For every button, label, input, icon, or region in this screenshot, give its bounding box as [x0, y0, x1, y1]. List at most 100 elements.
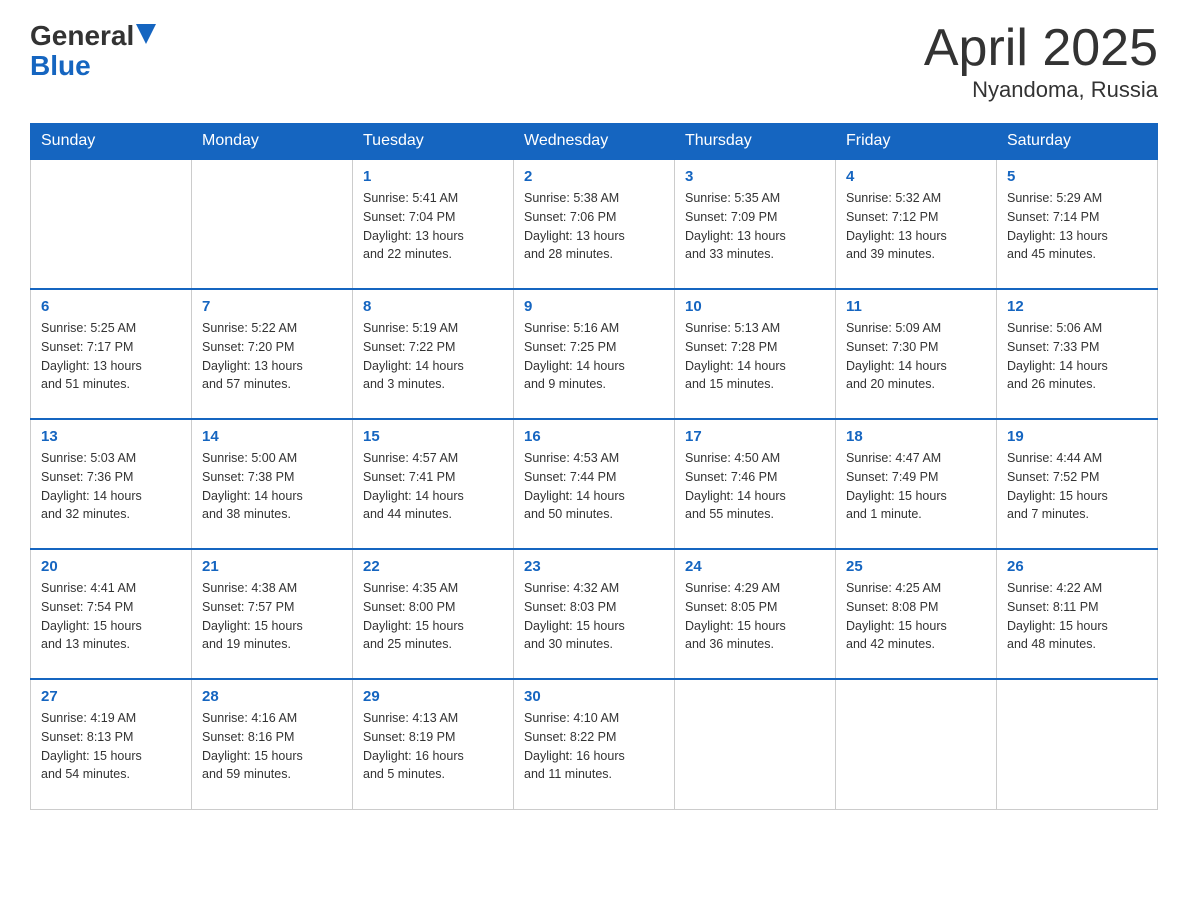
day-info: Sunrise: 4:25 AMSunset: 8:08 PMDaylight:… — [846, 579, 986, 654]
calendar-cell: 20 Sunrise: 4:41 AMSunset: 7:54 PMDayligh… — [31, 549, 192, 679]
calendar-title: April 2025 — [924, 20, 1158, 77]
day-info: Sunrise: 4:22 AMSunset: 8:11 PMDaylight:… — [1007, 579, 1147, 654]
weekday-header-wednesday: Wednesday — [514, 124, 675, 160]
calendar-cell: 9 Sunrise: 5:16 AMSunset: 7:25 PMDaylight… — [514, 289, 675, 419]
day-info: Sunrise: 5:38 AMSunset: 7:06 PMDaylight:… — [524, 189, 664, 264]
week-row-1: 1 Sunrise: 5:41 AMSunset: 7:04 PMDaylight… — [31, 159, 1158, 289]
calendar-cell: 5Sunrise: 5:29 AMSunset: 7:14 PMDaylight… — [997, 159, 1158, 289]
weekday-header-tuesday: Tuesday — [353, 124, 514, 160]
weekday-header-friday: Friday — [836, 124, 997, 160]
week-row-5: 27 Sunrise: 4:19 AMSunset: 8:13 PMDayligh… — [31, 679, 1158, 809]
day-info: Sunrise: 4:50 AMSunset: 7:46 PMDaylight:… — [685, 449, 825, 524]
day-info: Sunrise: 5:16 AMSunset: 7:25 PMDaylight:… — [524, 319, 664, 394]
day-info: Sunrise: 4:32 AMSunset: 8:03 PMDaylight:… — [524, 579, 664, 654]
title-section: April 2025 Nyandoma, Russia — [924, 20, 1158, 103]
day-info: Sunrise: 5:00 AMSunset: 7:38 PMDaylight:… — [202, 449, 342, 524]
day-number: 20 — [41, 558, 181, 575]
day-info: Sunrise: 5:06 AMSunset: 7:33 PMDaylight:… — [1007, 319, 1147, 394]
calendar-cell: 4 Sunrise: 5:32 AMSunset: 7:12 PMDaylight… — [836, 159, 997, 289]
day-info: Sunrise: 4:13 AMSunset: 8:19 PMDaylight:… — [363, 709, 503, 784]
calendar-cell: 29 Sunrise: 4:13 AMSunset: 8:19 PMDayligh… — [353, 679, 514, 809]
calendar-cell — [997, 679, 1158, 809]
day-number: 18 — [846, 428, 986, 445]
calendar-cell: 23 Sunrise: 4:32 AMSunset: 8:03 PMDayligh… — [514, 549, 675, 679]
weekday-header-saturday: Saturday — [997, 124, 1158, 160]
calendar-cell: 27 Sunrise: 4:19 AMSunset: 8:13 PMDayligh… — [31, 679, 192, 809]
week-row-3: 13Sunrise: 5:03 AMSunset: 7:36 PMDayligh… — [31, 419, 1158, 549]
calendar-cell: 16Sunrise: 4:53 AMSunset: 7:44 PMDayligh… — [514, 419, 675, 549]
day-number: 5 — [1007, 168, 1147, 185]
calendar-cell: 6 Sunrise: 5:25 AMSunset: 7:17 PMDaylight… — [31, 289, 192, 419]
calendar-cell: 24Sunrise: 4:29 AMSunset: 8:05 PMDayligh… — [675, 549, 836, 679]
day-info: Sunrise: 4:16 AMSunset: 8:16 PMDaylight:… — [202, 709, 342, 784]
calendar-cell: 15 Sunrise: 4:57 AMSunset: 7:41 PMDayligh… — [353, 419, 514, 549]
day-number: 17 — [685, 428, 825, 445]
day-number: 6 — [41, 298, 181, 315]
calendar-cell: 2 Sunrise: 5:38 AMSunset: 7:06 PMDaylight… — [514, 159, 675, 289]
day-number: 21 — [202, 558, 342, 575]
day-info: Sunrise: 4:35 AMSunset: 8:00 PMDaylight:… — [363, 579, 503, 654]
day-info: Sunrise: 5:25 AMSunset: 7:17 PMDaylight:… — [41, 319, 181, 394]
calendar-cell: 11Sunrise: 5:09 AMSunset: 7:30 PMDayligh… — [836, 289, 997, 419]
calendar-cell: 21 Sunrise: 4:38 AMSunset: 7:57 PMDayligh… — [192, 549, 353, 679]
calendar-cell: 18 Sunrise: 4:47 AMSunset: 7:49 PMDayligh… — [836, 419, 997, 549]
day-number: 24 — [685, 558, 825, 575]
day-number: 11 — [846, 298, 986, 315]
day-number: 25 — [846, 558, 986, 575]
page-header: General Blue April 2025 Nyandoma, Russia — [30, 20, 1158, 103]
logo: General Blue — [30, 20, 156, 80]
day-number: 3 — [685, 168, 825, 185]
day-info: Sunrise: 5:41 AMSunset: 7:04 PMDaylight:… — [363, 189, 503, 264]
calendar-cell: 22 Sunrise: 4:35 AMSunset: 8:00 PMDayligh… — [353, 549, 514, 679]
day-number: 4 — [846, 168, 986, 185]
day-number: 13 — [41, 428, 181, 445]
day-info: Sunrise: 4:19 AMSunset: 8:13 PMDaylight:… — [41, 709, 181, 784]
day-number: 15 — [363, 428, 503, 445]
day-number: 1 — [363, 168, 503, 185]
calendar-cell — [836, 679, 997, 809]
day-number: 22 — [363, 558, 503, 575]
calendar-cell: 19 Sunrise: 4:44 AMSunset: 7:52 PMDayligh… — [997, 419, 1158, 549]
calendar-cell: 17 Sunrise: 4:50 AMSunset: 7:46 PMDayligh… — [675, 419, 836, 549]
calendar-cell: 14 Sunrise: 5:00 AMSunset: 7:38 PMDayligh… — [192, 419, 353, 549]
logo-blue-text: Blue — [30, 52, 91, 80]
calendar-cell — [31, 159, 192, 289]
calendar-cell: 3 Sunrise: 5:35 AMSunset: 7:09 PMDaylight… — [675, 159, 836, 289]
calendar-cell: 30Sunrise: 4:10 AMSunset: 8:22 PMDayligh… — [514, 679, 675, 809]
day-info: Sunrise: 5:13 AMSunset: 7:28 PMDaylight:… — [685, 319, 825, 394]
day-number: 27 — [41, 688, 181, 705]
calendar-subtitle: Nyandoma, Russia — [924, 77, 1158, 103]
day-info: Sunrise: 5:32 AMSunset: 7:12 PMDaylight:… — [846, 189, 986, 264]
day-info: Sunrise: 4:57 AMSunset: 7:41 PMDaylight:… — [363, 449, 503, 524]
calendar-cell: 1 Sunrise: 5:41 AMSunset: 7:04 PMDaylight… — [353, 159, 514, 289]
day-number: 7 — [202, 298, 342, 315]
calendar-cell: 26 Sunrise: 4:22 AMSunset: 8:11 PMDayligh… — [997, 549, 1158, 679]
calendar-table: SundayMondayTuesdayWednesdayThursdayFrid… — [30, 123, 1158, 810]
day-number: 14 — [202, 428, 342, 445]
day-number: 9 — [524, 298, 664, 315]
day-number: 8 — [363, 298, 503, 315]
day-info: Sunrise: 5:19 AMSunset: 7:22 PMDaylight:… — [363, 319, 503, 394]
day-info: Sunrise: 4:38 AMSunset: 7:57 PMDaylight:… — [202, 579, 342, 654]
weekday-header-monday: Monday — [192, 124, 353, 160]
day-number: 29 — [363, 688, 503, 705]
day-number: 19 — [1007, 428, 1147, 445]
day-number: 12 — [1007, 298, 1147, 315]
calendar-cell: 12 Sunrise: 5:06 AMSunset: 7:33 PMDayligh… — [997, 289, 1158, 419]
day-number: 28 — [202, 688, 342, 705]
calendar-cell: 7Sunrise: 5:22 AMSunset: 7:20 PMDaylight… — [192, 289, 353, 419]
weekday-header-sunday: Sunday — [31, 124, 192, 160]
weekday-header-thursday: Thursday — [675, 124, 836, 160]
day-number: 10 — [685, 298, 825, 315]
day-info: Sunrise: 4:41 AMSunset: 7:54 PMDaylight:… — [41, 579, 181, 654]
day-info: Sunrise: 5:35 AMSunset: 7:09 PMDaylight:… — [685, 189, 825, 264]
calendar-cell: 28 Sunrise: 4:16 AMSunset: 8:16 PMDayligh… — [192, 679, 353, 809]
day-info: Sunrise: 4:47 AMSunset: 7:49 PMDaylight:… — [846, 449, 986, 524]
day-number: 16 — [524, 428, 664, 445]
day-number: 26 — [1007, 558, 1147, 575]
day-info: Sunrise: 4:44 AMSunset: 7:52 PMDaylight:… — [1007, 449, 1147, 524]
day-number: 23 — [524, 558, 664, 575]
calendar-cell: 8 Sunrise: 5:19 AMSunset: 7:22 PMDaylight… — [353, 289, 514, 419]
day-number: 2 — [524, 168, 664, 185]
logo-triangle-icon — [136, 24, 156, 44]
